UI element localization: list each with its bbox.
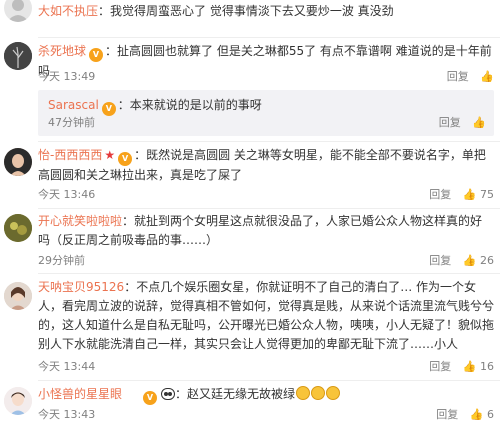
red-star-icon: ★ bbox=[104, 148, 116, 162]
like-count: 26 bbox=[480, 254, 494, 267]
like-button[interactable]: 👍 26 bbox=[463, 254, 494, 267]
comment-body: 开心就笑啦啦啦：就扯到两个女明星这点就很没品了，人家已婚公众人物这样真的好吗（反… bbox=[38, 212, 494, 250]
thumbs-up-icon: 👍 bbox=[462, 188, 477, 201]
thumbs-up-icon: 👍 bbox=[472, 116, 486, 129]
comment-body: 天呐宝贝95126：不点几个娱乐圈女星，你就证明不了自己的清白了… 作为一个女人… bbox=[38, 278, 494, 354]
like-count: 6 bbox=[487, 408, 494, 421]
comment-text: ：赵又廷无缘无故被绿 bbox=[175, 387, 296, 401]
thumbs-up-icon: 👍 bbox=[469, 408, 484, 421]
vip-badge-icon: V bbox=[143, 391, 157, 405]
reply-button[interactable]: 回复 bbox=[429, 254, 451, 267]
username[interactable]: 小怪兽的星星眼 bbox=[38, 387, 122, 401]
thumbs-up-icon: 👍 bbox=[462, 360, 477, 373]
comment-body: 怡-西西西西 ★ V ：既然说是高圆圆 关之琳等女明星，能不能全部不要说名字，单把高圆… bbox=[38, 146, 494, 185]
thumbs-up-icon: 👍 bbox=[480, 70, 494, 83]
comment-text-row: V ：赵又廷无缘无故被绿 bbox=[140, 385, 341, 405]
timestamp: 今天 13:49 bbox=[38, 70, 96, 83]
comment-meta: 今天 13:43 回复 👍 6 bbox=[38, 406, 494, 424]
like-button[interactable]: 👍 16 bbox=[463, 360, 494, 373]
reply-button[interactable]: 回复 bbox=[429, 360, 451, 373]
like-count: 16 bbox=[480, 360, 494, 373]
comment-item: 天呐宝贝95126：不点几个娱乐圈女星，你就证明不了自己的清白了… 作为一个女人… bbox=[0, 276, 500, 376]
divider bbox=[38, 37, 500, 38]
laughing-emoji-icon bbox=[296, 386, 311, 400]
comment-actions: 回复 👍 75 bbox=[421, 186, 494, 204]
avatar[interactable] bbox=[4, 214, 32, 242]
comment-actions: 回复 👍 16 bbox=[421, 358, 494, 376]
username[interactable]: 天呐宝贝95126 bbox=[38, 280, 124, 294]
thumbs-up-icon: 👍 bbox=[462, 254, 477, 267]
comment-actions: 回复 👍 bbox=[439, 68, 494, 86]
timestamp: 今天 13:43 bbox=[38, 408, 96, 421]
username[interactable]: 怡-西西西西 bbox=[38, 148, 102, 162]
vip-badge-icon: V bbox=[118, 152, 133, 166]
comment-body: 大如不执压：我觉得周蛮恶心了 觉得事情淡下去又要炒一波 真没劲 bbox=[38, 2, 494, 21]
username[interactable]: Sarascal bbox=[48, 98, 99, 112]
avatar[interactable] bbox=[4, 0, 32, 22]
like-button[interactable]: 👍 6 bbox=[470, 408, 494, 421]
divider bbox=[38, 380, 500, 381]
reply-text: ：本来就说的是以前的事呀 bbox=[117, 98, 262, 112]
like-button[interactable]: 👍 bbox=[480, 70, 494, 83]
timestamp: 今天 13:46 bbox=[38, 188, 96, 201]
comment-actions: 回复 👍 26 bbox=[421, 252, 494, 270]
timestamp: 47分钟前 bbox=[48, 116, 95, 129]
like-button[interactable]: 👍 bbox=[472, 116, 486, 129]
avatar[interactable] bbox=[4, 387, 32, 415]
like-count: 75 bbox=[480, 188, 494, 201]
comment-actions: 回复 👍 6 bbox=[428, 406, 494, 424]
reply-actions: 回复 👍 bbox=[431, 114, 486, 132]
comment-meta: 29分钟前 回复 👍 26 bbox=[38, 252, 494, 270]
vip-badge-icon: V bbox=[89, 48, 104, 62]
reply-meta: 47分钟前 回复 👍 bbox=[48, 114, 486, 132]
username[interactable]: 开心就笑啦啦啦 bbox=[38, 214, 122, 228]
avatar[interactable] bbox=[4, 282, 32, 310]
reply-button[interactable]: 回复 bbox=[436, 408, 458, 421]
divider bbox=[38, 141, 500, 142]
avatar[interactable] bbox=[4, 148, 32, 176]
laughing-emoji-icon bbox=[326, 386, 341, 400]
reply-button[interactable]: 回复 bbox=[447, 70, 469, 83]
comment-meta: 今天 13:44 回复 👍 16 bbox=[38, 358, 494, 376]
comment-item: 大如不执压：我觉得周蛮恶心了 觉得事情淡下去又要炒一波 真没劲 bbox=[0, 0, 500, 24]
divider bbox=[38, 208, 500, 209]
timestamp: 今天 13:44 bbox=[38, 360, 96, 373]
panda-emoji-icon bbox=[161, 388, 175, 400]
username[interactable]: 大如不执压 bbox=[38, 4, 98, 18]
laughing-emoji-icon bbox=[311, 386, 326, 400]
nested-reply: Sarascal V ：本来就说的是以前的事呀 47分钟前 回复 👍 bbox=[38, 90, 494, 136]
username[interactable]: 杀死地球 bbox=[38, 44, 86, 58]
reply-button[interactable]: 回复 bbox=[439, 116, 461, 129]
like-button[interactable]: 👍 75 bbox=[463, 188, 494, 201]
reply-body: Sarascal V ：本来就说的是以前的事呀 bbox=[48, 96, 486, 116]
comment-item: 杀死地球 V ：扯高圆圆也就算了 但是关之琳都55了 有点不靠谱啊 难道说的是十年前… bbox=[0, 40, 500, 140]
divider bbox=[38, 273, 500, 274]
comment-item: 怡-西西西西 ★ V ：既然说是高圆圆 关之琳等女明星，能不能全部不要说名字，单把高圆… bbox=[0, 144, 500, 206]
avatar[interactable] bbox=[4, 42, 32, 70]
timestamp: 29分钟前 bbox=[38, 254, 85, 267]
reply-button[interactable]: 回复 bbox=[429, 188, 451, 201]
comment-meta: 今天 13:49 回复 👍 bbox=[38, 68, 494, 86]
comment-meta: 今天 13:46 回复 👍 75 bbox=[38, 186, 494, 204]
comment-text: ：我觉得周蛮恶心了 觉得事情淡下去又要炒一波 真没劲 bbox=[98, 4, 394, 18]
comment-item: 开心就笑啦啦啦：就扯到两个女明星这点就很没品了，人家已婚公众人物这样真的好吗（反… bbox=[0, 210, 500, 270]
